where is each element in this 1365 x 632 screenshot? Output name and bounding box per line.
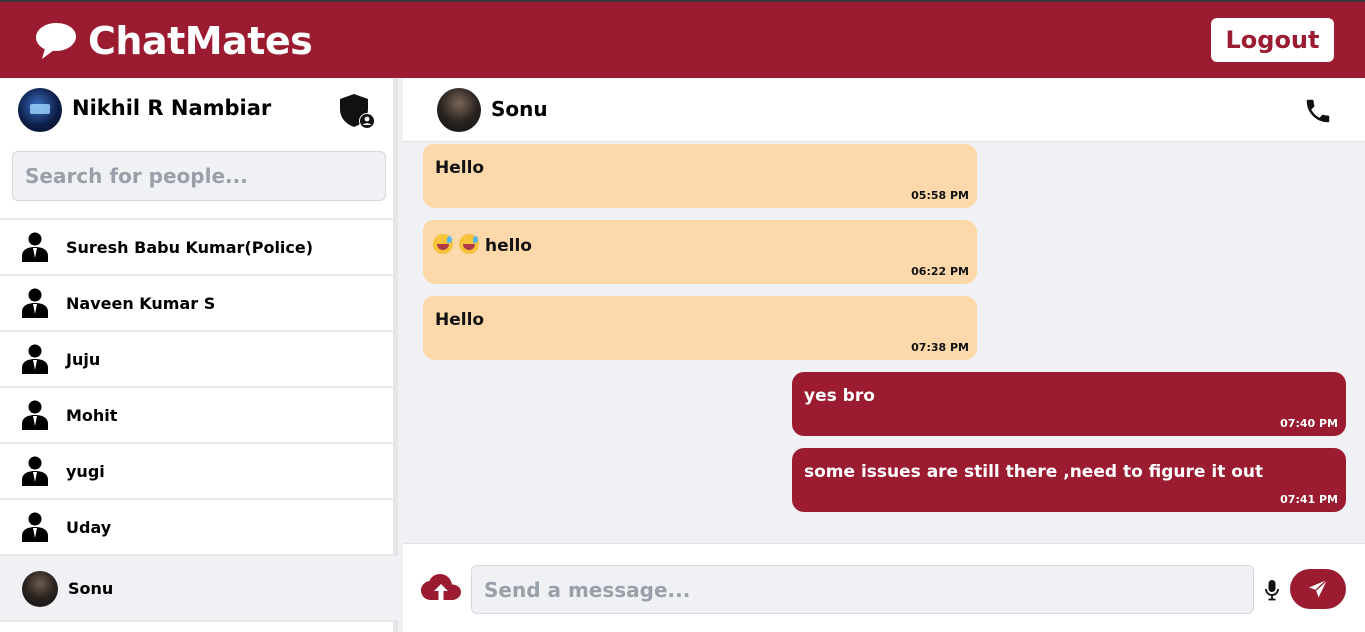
- message-body: hello: [433, 234, 532, 256]
- smiling-emoji-icon: [459, 234, 479, 254]
- contact-item[interactable]: Mohit: [0, 388, 398, 444]
- contact-item[interactable]: Naveen Kumar S: [0, 276, 398, 332]
- divider: [0, 208, 398, 220]
- top-bar: ChatMates Logout: [0, 0, 1365, 78]
- send-icon: [1309, 579, 1328, 598]
- contact-name: Naveen Kumar S: [66, 293, 216, 313]
- brand: ChatMates: [32, 16, 313, 66]
- message-text: Hello: [435, 310, 485, 330]
- chat-panel: Sonu Hello 05:58 PM hello 06:22 PM Hello…: [403, 78, 1365, 632]
- person-icon: [22, 512, 48, 542]
- app-name: ChatMates: [88, 19, 313, 63]
- current-user: Nikhil R Nambiar: [0, 78, 398, 142]
- message-text: Hello: [435, 158, 485, 178]
- contact-item-active[interactable]: Sonu: [0, 556, 398, 622]
- search-input[interactable]: [12, 151, 386, 201]
- contact-name: Juju: [66, 349, 101, 369]
- contact-item[interactable]: yugi: [0, 444, 398, 500]
- message-sent: some issues are still there ,need to fig…: [792, 448, 1346, 512]
- send-button[interactable]: [1290, 569, 1346, 609]
- contact-name: Mohit: [66, 405, 118, 425]
- microphone-icon[interactable]: [1264, 579, 1280, 601]
- chat-bubble-logo-icon: [36, 23, 76, 59]
- cloud-upload-icon[interactable]: [421, 572, 461, 606]
- contact-item[interactable]: Juju: [0, 332, 398, 388]
- person-icon: [22, 288, 48, 318]
- sidebar: Nikhil R Nambiar Suresh Babu Kumar(Polic…: [0, 78, 398, 632]
- message-time: 07:38 PM: [911, 341, 969, 354]
- message-list: Hello 05:58 PM hello 06:22 PM Hello 07:3…: [403, 142, 1365, 543]
- message-received: Hello 05:58 PM: [423, 144, 977, 208]
- message-text: hello: [485, 236, 532, 256]
- peer-name: Sonu: [491, 97, 548, 121]
- message-time: 06:22 PM: [911, 265, 969, 278]
- avatar: [22, 571, 58, 607]
- message-text: yes bro: [804, 386, 875, 406]
- people-search: [12, 151, 386, 201]
- avatar[interactable]: [437, 88, 481, 132]
- avatar[interactable]: [18, 88, 62, 132]
- message-text: some issues are still there ,need to fig…: [804, 462, 1264, 482]
- contact-name: Sonu: [68, 578, 114, 598]
- person-icon: [22, 456, 48, 486]
- message-received: Hello 07:38 PM: [423, 296, 977, 360]
- chat-header: Sonu: [403, 78, 1365, 142]
- contact-item[interactable]: Suresh Babu Kumar(Police): [0, 220, 398, 276]
- message-time: 07:40 PM: [1280, 417, 1338, 430]
- message-time: 05:58 PM: [911, 189, 969, 202]
- current-user-name: Nikhil R Nambiar: [72, 96, 272, 120]
- person-icon: [22, 400, 48, 430]
- message-composer: [403, 543, 1365, 632]
- contact-name: Suresh Babu Kumar(Police): [66, 237, 314, 257]
- contact-name: yugi: [66, 461, 105, 481]
- phone-icon[interactable]: [1303, 96, 1333, 126]
- message-time: 07:41 PM: [1280, 493, 1338, 506]
- message-input[interactable]: [471, 565, 1254, 614]
- contact-list: Suresh Babu Kumar(Police) Naveen Kumar S…: [0, 208, 398, 622]
- contact-name: Uday: [66, 517, 112, 537]
- person-icon: [22, 232, 48, 262]
- person-icon: [22, 344, 48, 374]
- message-received: hello 06:22 PM: [423, 220, 977, 284]
- shield-user-icon[interactable]: [338, 92, 376, 130]
- logout-button[interactable]: Logout: [1211, 18, 1334, 62]
- smiling-emoji-icon: [433, 234, 453, 254]
- message-sent: yes bro 07:40 PM: [792, 372, 1346, 436]
- contact-item[interactable]: Uday: [0, 500, 398, 556]
